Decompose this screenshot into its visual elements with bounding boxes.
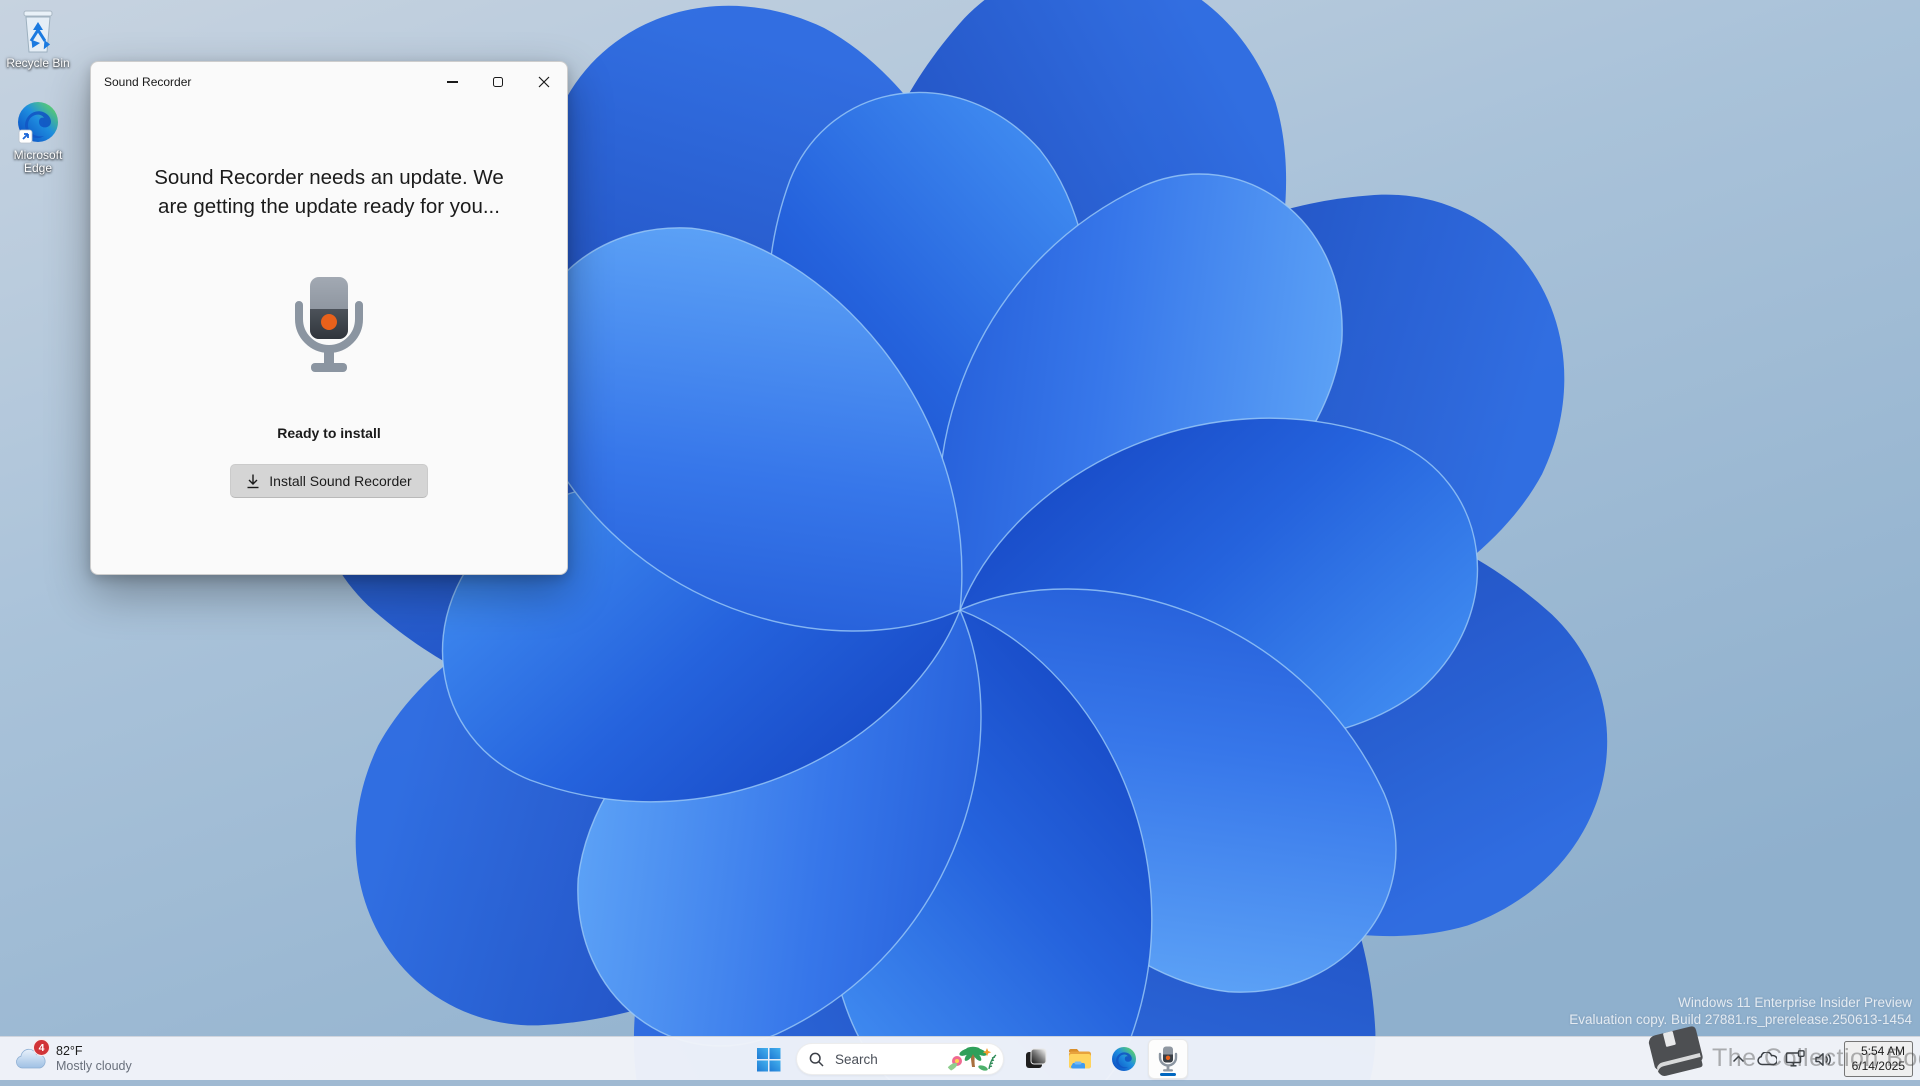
- update-message: Sound Recorder needs an update. We are g…: [154, 166, 504, 218]
- search-icon: [809, 1052, 824, 1067]
- running-app-indicator: [1160, 1073, 1176, 1076]
- sound-recorder-taskbar-button[interactable]: [1148, 1039, 1188, 1079]
- close-icon: [538, 76, 550, 88]
- onedrive-cloud-icon: [1756, 1052, 1777, 1066]
- recycle-bin-icon: [15, 8, 61, 54]
- file-explorer-button[interactable]: [1060, 1039, 1100, 1079]
- install-button-label: Install Sound Recorder: [269, 473, 412, 489]
- window-title: Sound Recorder: [104, 75, 192, 89]
- sound-recorder-icon: [1158, 1046, 1178, 1072]
- status-text: Ready to install: [277, 425, 381, 441]
- maximize-icon: [493, 77, 503, 87]
- sound-recorder-window: Sound Recorder Sound Recorder needs an u…: [90, 61, 568, 575]
- volume-icon: [1814, 1052, 1831, 1066]
- desktop-icon-label: Recycle Bin: [6, 56, 70, 70]
- desktop-root: { "desktop": { "icons": { "recycle_bin":…: [0, 0, 1920, 1080]
- search-seasonal-art: [945, 1045, 1001, 1073]
- search-input[interactable]: [833, 1050, 943, 1068]
- task-view-button[interactable]: [1016, 1039, 1056, 1079]
- eval-watermark-line1: Windows 11 Enterprise Insider Preview: [1678, 995, 1912, 1010]
- taskbar-search[interactable]: [796, 1043, 1004, 1075]
- clock-time: 5:54 AM: [1860, 1044, 1905, 1058]
- network-tray-button[interactable]: [1782, 1039, 1808, 1079]
- microphone-icon: [291, 275, 367, 380]
- desktop-icon-recycle-bin[interactable]: Recycle Bin: [0, 8, 76, 70]
- desktop-icon-microsoft-edge[interactable]: Microsoft Edge: [0, 100, 76, 175]
- volume-tray-button[interactable]: [1810, 1039, 1836, 1079]
- system-tray: 5:54 AM 6/14/2025: [1726, 1037, 1920, 1081]
- edge-icon: [15, 100, 61, 146]
- weather-temperature: 82°F: [56, 1044, 83, 1058]
- install-sound-recorder-button[interactable]: Install Sound Recorder: [230, 464, 428, 498]
- tray-chevron-up-button[interactable]: [1726, 1039, 1752, 1079]
- download-icon: [247, 474, 259, 488]
- notification-badge: 4: [33, 1039, 50, 1056]
- desktop-icon-label: Microsoft Edge: [13, 148, 63, 175]
- eval-watermark-line2: Evaluation copy. Build 27881.rs_prerelea…: [1569, 1012, 1912, 1027]
- file-explorer-icon: [1069, 1049, 1091, 1069]
- maximize-button[interactable]: [475, 62, 521, 102]
- onedrive-tray-button[interactable]: [1754, 1039, 1780, 1079]
- titlebar[interactable]: Sound Recorder: [91, 62, 567, 102]
- edge-taskbar-button[interactable]: [1104, 1039, 1144, 1079]
- minimize-icon: [446, 81, 458, 83]
- weather-condition: Mostly cloudy: [56, 1059, 132, 1073]
- taskbar: 4 82°F Mostly cloudy Search 5:54 AM 6/14…: [0, 1036, 1920, 1080]
- start-button[interactable]: [748, 1039, 788, 1079]
- windows-logo-icon: [756, 1047, 780, 1071]
- chevron-up-icon: [1733, 1055, 1745, 1063]
- task-view-icon: [1026, 1048, 1047, 1068]
- widgets-weather-button[interactable]: 4 82°F Mostly cloudy: [8, 1037, 138, 1081]
- evaluation-watermark: Windows 11 Enterprise Insider Preview Ev…: [1569, 994, 1912, 1028]
- clock-date: 6/14/2025: [1851, 1059, 1905, 1073]
- edge-icon: [1112, 1047, 1136, 1071]
- close-button[interactable]: [521, 62, 567, 102]
- network-icon: [1785, 1050, 1805, 1067]
- clock[interactable]: 5:54 AM 6/14/2025: [1843, 1041, 1913, 1077]
- minimize-button[interactable]: [429, 62, 475, 102]
